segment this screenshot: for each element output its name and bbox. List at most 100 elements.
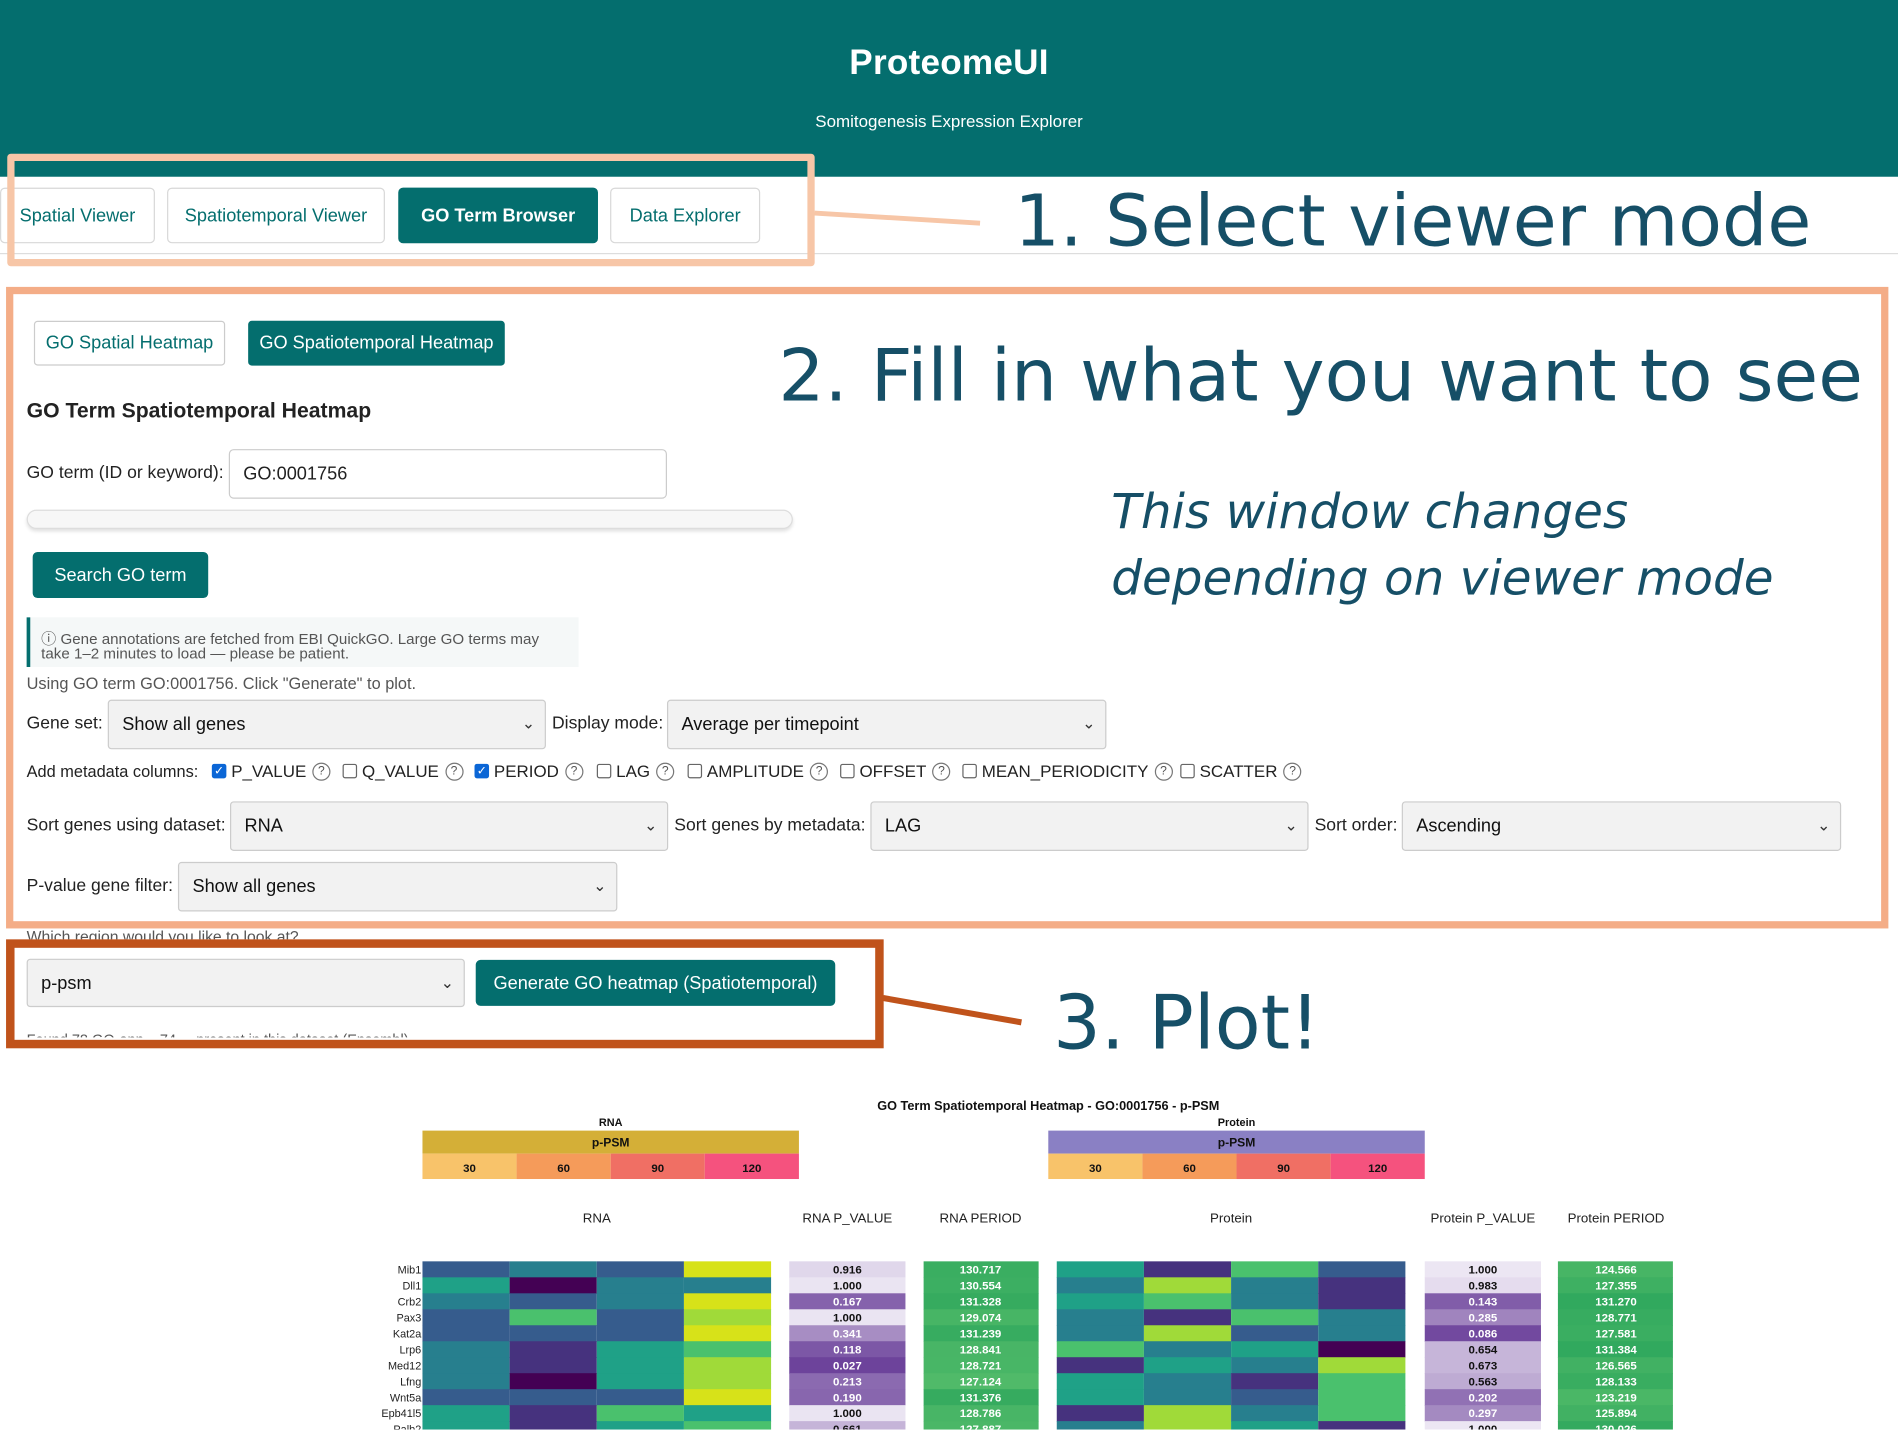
metadata-checkbox-label: LAG [616, 761, 651, 781]
protein-heat-cell [1056, 1293, 1144, 1310]
protein-heat-cell [1318, 1277, 1406, 1294]
rna-heat-cell [422, 1341, 510, 1358]
callout-note-line-2: depending on viewer mode [1111, 550, 1774, 607]
protein-period-label: 128.771 [1595, 1312, 1637, 1324]
help-icon[interactable]: ? [1283, 762, 1302, 781]
rna-heat-cell [509, 1325, 597, 1342]
rna-heat-cell [422, 1357, 510, 1374]
rna-heat-cell [683, 1309, 772, 1326]
subtab-go-spatiotemporal-heatmap[interactable]: GO Spatiotemporal Heatmap [248, 320, 505, 366]
help-icon[interactable]: ? [312, 762, 331, 781]
go-term-value: GO:0001756 [243, 463, 348, 485]
rna-heat-cell [509, 1405, 597, 1422]
metadata-checkbox-label: SCATTER [1199, 761, 1278, 781]
rna-period-label: 127.887 [960, 1424, 1002, 1429]
help-icon[interactable]: ? [656, 762, 675, 781]
panel-heading: GO Term Spatiotemporal Heatmap [26, 398, 372, 423]
rna-heat-cell [596, 1405, 684, 1422]
help-icon[interactable]: ? [809, 762, 829, 781]
checkbox-icon[interactable]: ✓ [474, 763, 490, 779]
app-title: ProteomeUI [849, 43, 1049, 83]
help-icon[interactable]: ? [564, 762, 584, 781]
column-title: Protein P_VALUE [1431, 1211, 1536, 1226]
rna-heat-cell [509, 1293, 597, 1310]
checkbox-icon[interactable] [962, 763, 977, 779]
metadata-checkbox-amplitude[interactable]: AMPLITUDE? [687, 761, 829, 781]
protein-heat-cell [1318, 1325, 1406, 1342]
checkbox-icon[interactable] [596, 763, 612, 779]
protein-heat-cell [1231, 1405, 1319, 1422]
checkbox-icon[interactable] [342, 763, 358, 779]
metadata-checkbox-mean-periodicity[interactable]: MEAN_PERIODICITY? [962, 761, 1173, 781]
gene-label: Palb2 [393, 1424, 421, 1429]
metadata-checkbox-offset[interactable]: OFFSET? [840, 761, 951, 781]
protein-heat-cell [1318, 1261, 1406, 1278]
rna-heat-cell [683, 1261, 772, 1278]
metadata-checkbox-scatter[interactable]: SCATTER? [1180, 761, 1302, 781]
callout-step-1: 1. Select viewer mode [1014, 179, 1812, 263]
column-title: RNA P_VALUE [802, 1211, 892, 1226]
rna-pvalue-label: 0.916 [833, 1264, 862, 1276]
help-icon[interactable]: ? [444, 762, 464, 781]
rna-heat-cell [683, 1421, 772, 1430]
checkbox-icon[interactable] [687, 763, 703, 779]
rna-heat-cell [509, 1421, 597, 1430]
protein-pvalue-label: 0.983 [1468, 1280, 1497, 1292]
pvalue-filter-select[interactable]: Show all genes ⌄ [177, 861, 618, 912]
gene-label: Lrp6 [399, 1344, 421, 1356]
checkbox-icon[interactable]: ✓ [211, 763, 227, 779]
rna-period-label: 128.841 [960, 1344, 1002, 1356]
protein-heat-cell [1056, 1421, 1144, 1430]
rna-pvalue-label: 0.341 [833, 1328, 862, 1340]
callout-box-plot [6, 939, 884, 1049]
display-mode-select[interactable]: Average per timepoint ⌄ [666, 699, 1107, 750]
rna-heat-cell [422, 1325, 510, 1342]
gene-label: Pax3 [396, 1312, 421, 1324]
protein-period-label: 127.355 [1595, 1280, 1637, 1292]
checkbox-icon[interactable] [1180, 763, 1195, 779]
metadata-checkbox-q-value[interactable]: Q_VALUE? [342, 761, 464, 781]
protein-heat-cell [1318, 1341, 1406, 1358]
metadata-checkbox-label: PERIOD [493, 761, 559, 781]
rna-pvalue-label: 0.167 [833, 1296, 862, 1308]
protein-heat-cell [1231, 1357, 1319, 1374]
subtab-go-spatial-heatmap[interactable]: GO Spatial Heatmap [33, 320, 226, 366]
rna-heat-cell [596, 1325, 684, 1342]
checkbox-icon[interactable] [840, 763, 855, 779]
rna-heat-cell [422, 1373, 510, 1390]
rna-period-label: 127.124 [960, 1376, 1002, 1388]
rna-heat-cell [683, 1325, 772, 1342]
search-go-term-button[interactable]: Search GO term [32, 551, 209, 598]
metadata-checkbox-label: AMPLITUDE [706, 761, 804, 781]
protein-heat-cell [1143, 1261, 1232, 1278]
rna-heat-cell [596, 1277, 684, 1294]
sort-metadata-select[interactable]: LAG ⌄ [870, 801, 1309, 851]
rna-pvalue-label: 1.000 [833, 1280, 862, 1292]
protein-heat-cell [1143, 1277, 1232, 1294]
gene-set-select[interactable]: Show all genes ⌄ [107, 699, 546, 750]
go-term-input[interactable]: GO:0001756 [228, 449, 667, 499]
help-icon[interactable]: ? [1154, 762, 1173, 781]
protein-period-label: 124.566 [1595, 1264, 1637, 1276]
rna-heat-cell [683, 1277, 772, 1294]
metadata-checkbox-period[interactable]: ✓ PERIOD? [474, 761, 584, 781]
rna-period-label: 131.328 [960, 1296, 1002, 1308]
rna-timepoint-label: 30 [463, 1163, 476, 1175]
rna-region-label: p-PSM [592, 1135, 630, 1149]
rna-heat-cell [422, 1309, 510, 1326]
rna-heat-cell [422, 1421, 510, 1430]
column-title: RNA PERIOD [939, 1211, 1021, 1226]
sort-dataset-select[interactable]: RNA ⌄ [229, 801, 669, 851]
protein-heat-cell [1056, 1389, 1144, 1406]
protein-pvalue-label: 1.000 [1468, 1264, 1497, 1276]
gene-label: Dll1 [403, 1280, 422, 1292]
metadata-checkbox-lag[interactable]: LAG? [596, 761, 675, 781]
metadata-checkbox-label: P_VALUE [231, 761, 307, 781]
sort-order-select[interactable]: Ascending ⌄ [1401, 801, 1842, 851]
protein-region-label: p-PSM [1218, 1135, 1256, 1149]
rna-heat-cell [509, 1309, 597, 1326]
help-icon[interactable]: ? [932, 762, 951, 781]
protein-pvalue-label: 0.143 [1468, 1296, 1497, 1308]
rna-timepoint-label: 60 [557, 1163, 570, 1175]
metadata-checkbox-p-value[interactable]: ✓ P_VALUE? [211, 761, 331, 781]
